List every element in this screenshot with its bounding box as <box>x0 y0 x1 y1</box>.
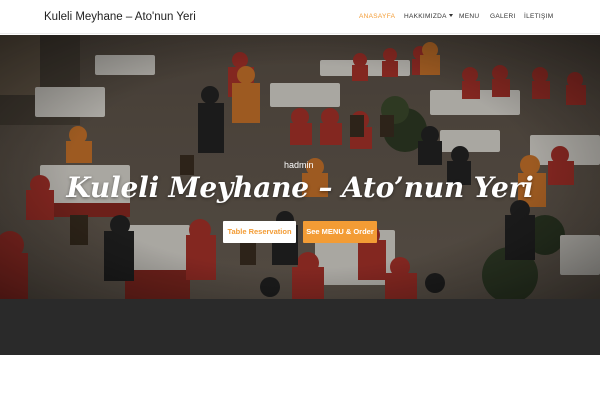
site-brand-link[interactable]: Kuleli Meyhane – Ato'nun Yeri <box>44 0 196 34</box>
caret-down-icon <box>448 14 453 17</box>
nav-item-galeri[interactable]: GALERI <box>490 0 516 34</box>
table-reservation-button[interactable]: Table Reservation <box>223 221 296 243</box>
top-navbar: Kuleli Meyhane – Ato'nun Yeri ANASAYFA H… <box>0 0 600 34</box>
nav-item-menu[interactable]: MENU <box>459 0 479 34</box>
dark-section <box>0 299 600 355</box>
nav-item-anasayfa[interactable]: ANASAYFA <box>359 0 395 34</box>
nav-item-hakkimizda[interactable]: HAKKIMIZDA <box>404 0 453 34</box>
hero-section: hadmin Kuleli Meyhane – Ato’nun Yeri Tab… <box>0 35 600 299</box>
nav-item-hakkimizda-label: HAKKIMIZDA <box>404 13 447 20</box>
nav-item-iletisim[interactable]: İLETIŞIM <box>524 0 554 34</box>
see-menu-order-button[interactable]: See MENU & Order <box>303 221 377 243</box>
post-author[interactable]: hadmin <box>284 160 314 170</box>
hero-title: Kuleli Meyhane – Ato’nun Yeri <box>66 171 534 204</box>
